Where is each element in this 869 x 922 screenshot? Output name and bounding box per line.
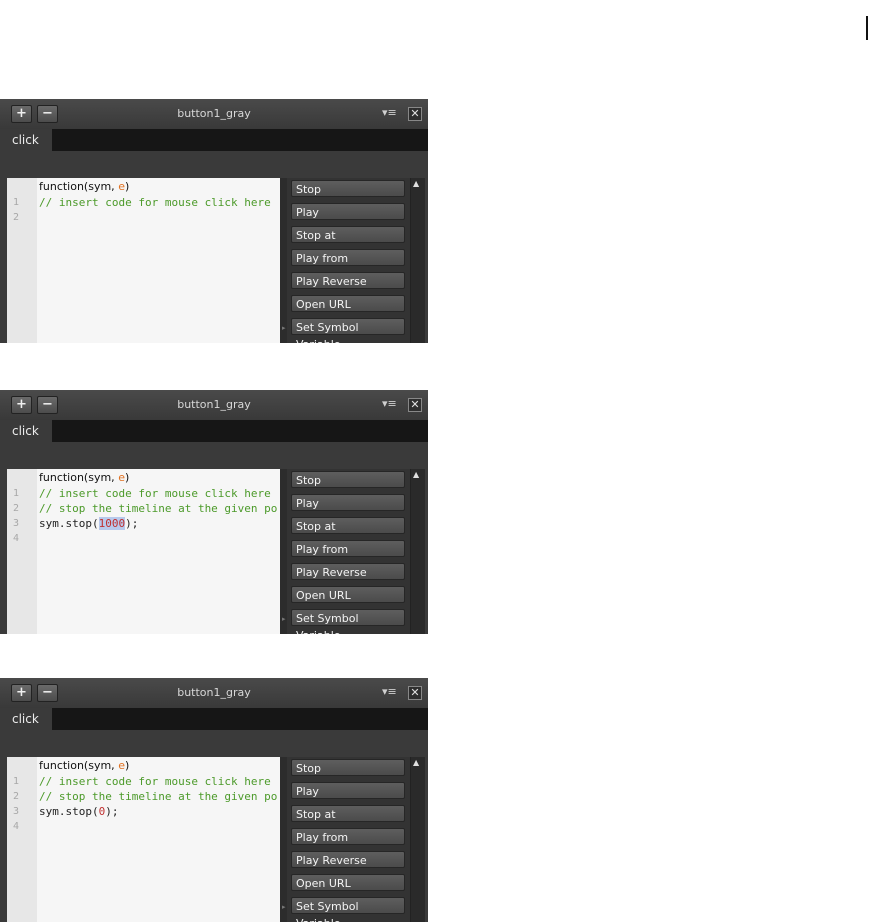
line-number: 3	[13, 806, 20, 817]
snippet-list: Stop Play Stop at Play from Play Reverse…	[287, 178, 410, 343]
collapse-arrow-icon[interactable]: ▸	[282, 616, 286, 623]
panel-titlebar: + − button1_gray ▾≡ ✕	[0, 390, 428, 421]
code-line-3: sym.stop(0);	[39, 805, 119, 818]
function-header: function(sym, e)	[39, 471, 130, 484]
action-play-from[interactable]: Play from	[291, 249, 405, 266]
close-icon: ✕	[410, 107, 420, 120]
event-tabstrip: click	[0, 708, 428, 730]
panel-title: button1_gray	[177, 107, 251, 120]
code-line-1: // insert code for mouse click here	[39, 775, 271, 788]
snippet-list: Stop Play Stop at Play from Play Reverse…	[287, 469, 410, 634]
snippet-list: Stop Play Stop at Play from Play Reverse…	[287, 757, 410, 922]
event-tabstrip: click	[0, 420, 428, 442]
tab-spacer	[0, 730, 428, 757]
action-play[interactable]: Play	[291, 494, 405, 511]
scroll-up-icon[interactable]: ▲	[413, 759, 419, 767]
tab-spacer	[0, 151, 428, 178]
event-tabstrip: click	[0, 129, 428, 151]
action-stop[interactable]: Stop	[291, 471, 405, 488]
tab-click[interactable]: click	[0, 129, 52, 151]
panel-title: button1_gray	[177, 686, 251, 699]
action-play-from[interactable]: Play from	[291, 828, 405, 845]
close-panel-button[interactable]: ✕	[408, 686, 422, 700]
code-editor[interactable]: function(sym, e) 1 2 3 4 // insert code …	[7, 469, 280, 634]
line-number: 4	[13, 533, 20, 544]
code-panel-3: + − button1_gray ▾≡ ✕ click function(sym…	[0, 678, 428, 922]
page-edge-rule	[866, 16, 868, 40]
event-param: e	[118, 180, 125, 193]
line-number: 4	[13, 821, 20, 832]
editor-divider[interactable]	[280, 757, 287, 922]
action-play-reverse[interactable]: Play Reverse	[291, 851, 405, 868]
function-header: function(sym, e)	[39, 759, 130, 772]
action-play[interactable]: Play	[291, 782, 405, 799]
function-header: function(sym, e)	[39, 180, 130, 193]
editor-divider[interactable]	[280, 469, 287, 634]
action-stop-at[interactable]: Stop at	[291, 517, 405, 534]
snippet-scrollbar[interactable]: ▲	[410, 757, 425, 922]
event-param: e	[118, 471, 125, 484]
action-play-reverse[interactable]: Play Reverse	[291, 563, 405, 580]
panel-menu-icon[interactable]: ▾≡	[382, 107, 397, 118]
line-gutter	[7, 469, 37, 634]
action-set-symbol-variable[interactable]: Set Symbol Variable	[291, 609, 405, 634]
action-open-url[interactable]: Open URL	[291, 586, 405, 603]
code-line-1: // insert code for mouse click here	[39, 487, 271, 500]
close-icon: ✕	[410, 686, 420, 699]
collapse-arrow-icon[interactable]: ▸	[282, 325, 286, 332]
action-stop[interactable]: Stop	[291, 180, 405, 197]
line-number: 1	[13, 776, 20, 787]
action-stop-at[interactable]: Stop at	[291, 226, 405, 243]
tab-click[interactable]: click	[0, 708, 52, 730]
action-stop-at[interactable]: Stop at	[291, 805, 405, 822]
action-open-url[interactable]: Open URL	[291, 874, 405, 891]
panel-titlebar: + − button1_gray ▾≡ ✕	[0, 99, 428, 130]
close-panel-button[interactable]: ✕	[408, 398, 422, 412]
line-gutter	[7, 757, 37, 922]
code-line-1: // insert code for mouse click here	[39, 196, 271, 209]
line-number: 3	[13, 518, 20, 529]
action-set-symbol-variable[interactable]: Set Symbol Variable	[291, 318, 405, 343]
code-line-2: // stop the timeline at the given po	[39, 502, 278, 515]
panel-menu-icon[interactable]: ▾≡	[382, 398, 397, 409]
tab-click[interactable]: click	[0, 420, 52, 442]
editor-divider[interactable]	[280, 178, 287, 343]
scroll-up-icon[interactable]: ▲	[413, 471, 419, 479]
collapse-arrow-icon[interactable]: ▸	[282, 904, 286, 911]
action-set-symbol-variable[interactable]: Set Symbol Variable	[291, 897, 405, 922]
action-stop[interactable]: Stop	[291, 759, 405, 776]
snippet-scrollbar[interactable]: ▲	[410, 469, 425, 634]
close-panel-button[interactable]: ✕	[408, 107, 422, 121]
code-line-3: sym.stop(1000);	[39, 517, 139, 530]
snippet-scrollbar[interactable]: ▲	[410, 178, 425, 343]
line-number: 1	[13, 197, 20, 208]
selected-argument[interactable]: 1000	[98, 517, 126, 530]
code-editor[interactable]: function(sym, e) 1 2 // insert code for …	[7, 178, 280, 343]
scroll-up-icon[interactable]: ▲	[413, 180, 419, 188]
line-number: 1	[13, 488, 20, 499]
tab-spacer	[0, 442, 428, 469]
event-param: e	[118, 759, 125, 772]
action-open-url[interactable]: Open URL	[291, 295, 405, 312]
line-number: 2	[13, 212, 20, 223]
code-editor[interactable]: function(sym, e) 1 2 3 4 // insert code …	[7, 757, 280, 922]
line-gutter	[7, 178, 37, 343]
code-panel-1: + − button1_gray ▾≡ ✕ click function(sym…	[0, 99, 428, 343]
close-icon: ✕	[410, 398, 420, 411]
line-number: 2	[13, 503, 20, 514]
panel-menu-icon[interactable]: ▾≡	[382, 686, 397, 697]
code-line-2: // stop the timeline at the given po	[39, 790, 278, 803]
panel-title: button1_gray	[177, 398, 251, 411]
panel-titlebar: + − button1_gray ▾≡ ✕	[0, 678, 428, 709]
action-play[interactable]: Play	[291, 203, 405, 220]
code-panel-2: + − button1_gray ▾≡ ✕ click function(sym…	[0, 390, 428, 634]
action-play-from[interactable]: Play from	[291, 540, 405, 557]
line-number: 2	[13, 791, 20, 802]
action-play-reverse[interactable]: Play Reverse	[291, 272, 405, 289]
